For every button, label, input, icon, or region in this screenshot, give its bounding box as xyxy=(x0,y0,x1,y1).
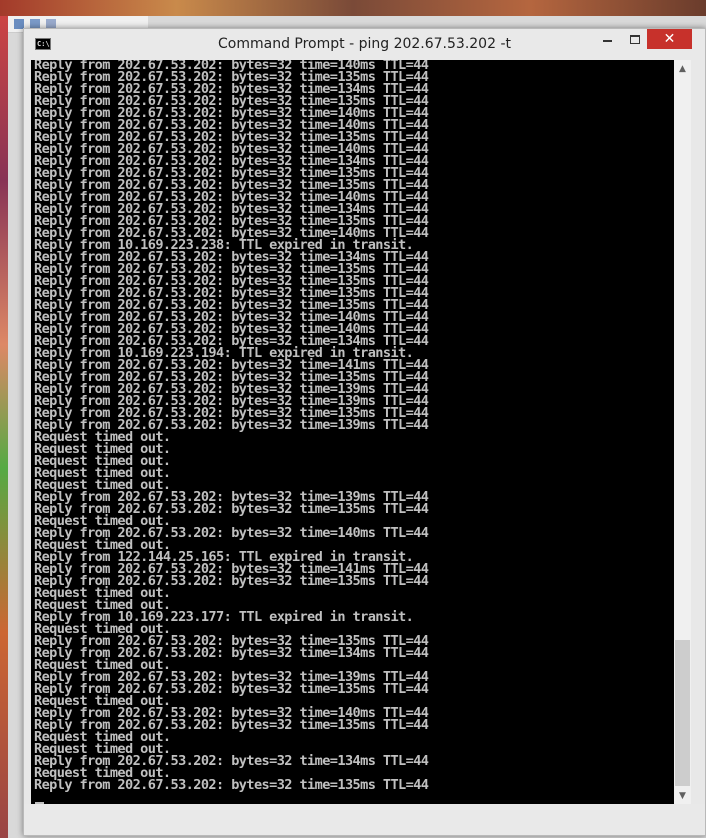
chevron-down-icon: ▼ xyxy=(679,790,686,801)
scroll-down-button[interactable]: ▼ xyxy=(674,787,691,804)
command-prompt-window[interactable]: C:\ Command Prompt - ping 202.67.53.202 … xyxy=(23,28,706,836)
maximize-button[interactable] xyxy=(621,29,648,49)
console-line: Reply from 202.67.53.202: bytes=32 time=… xyxy=(34,777,429,793)
scroll-up-button[interactable]: ▲ xyxy=(674,60,691,77)
console-text: Reply from 202.67.53.202: bytes=32 time=… xyxy=(34,60,429,793)
chevron-up-icon: ▲ xyxy=(679,63,686,74)
desktop-background xyxy=(0,0,706,16)
vertical-scrollbar[interactable]: ▲ ▼ xyxy=(674,60,691,804)
scrollbar-thumb[interactable] xyxy=(675,640,690,786)
background-image-strip xyxy=(0,16,8,838)
close-button[interactable]: ✕ xyxy=(647,29,692,49)
close-icon: ✕ xyxy=(663,31,676,47)
window-bottom-frame xyxy=(24,804,705,835)
maximize-icon xyxy=(629,34,640,44)
console-output[interactable]: Reply from 202.67.53.202: bytes=32 time=… xyxy=(31,60,691,804)
title-bar[interactable]: C:\ Command Prompt - ping 202.67.53.202 … xyxy=(24,29,705,60)
minimize-icon xyxy=(603,40,612,42)
minimize-button[interactable] xyxy=(594,29,621,49)
